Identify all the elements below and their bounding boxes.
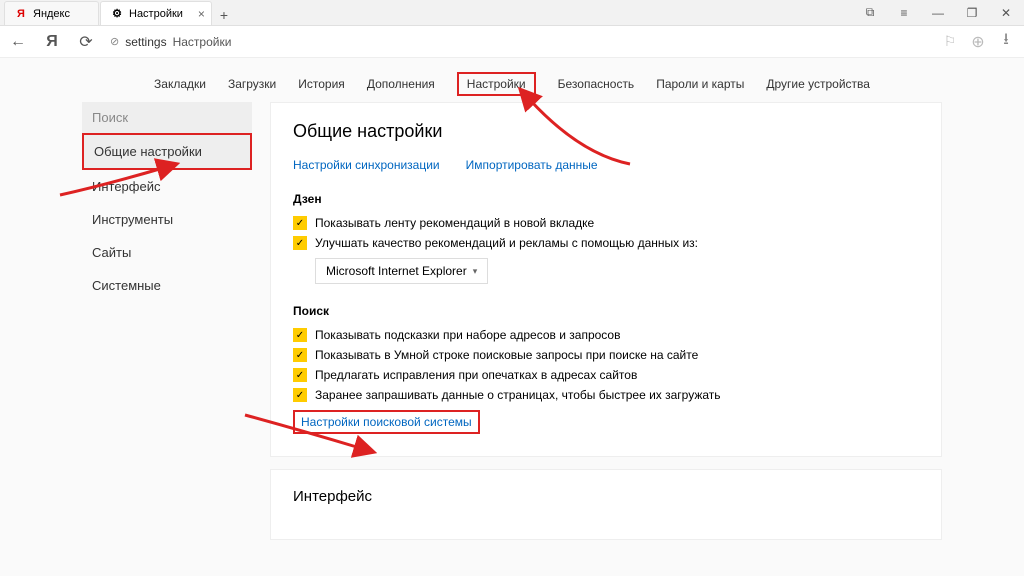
tab-yandex[interactable]: Я Яндекс	[4, 1, 99, 25]
checkbox-label: Заранее запрашивать данные о страницах, …	[315, 388, 721, 402]
minimize-icon[interactable]: —	[926, 1, 950, 25]
new-tab-button[interactable]: +	[213, 5, 235, 25]
check-icon: ✓	[293, 328, 307, 342]
link-search-engine-settings[interactable]: Настройки поисковой системы	[293, 410, 480, 434]
tab-settings[interactable]: ⚙ Настройки ×	[100, 1, 212, 25]
checkbox-label: Улучшать качество рекомендаций и рекламы…	[315, 236, 698, 250]
sidebar-item-system[interactable]: Системные	[82, 269, 252, 302]
collapse-icon[interactable]: ⧉	[858, 1, 882, 25]
toolbar: ← Я ⟳ ⊘ settings Настройки ⚐ ⊕ ⭳	[0, 26, 1024, 58]
section-search-title: Поиск	[293, 304, 919, 318]
address-bar[interactable]: ⊘ settings Настройки	[110, 35, 926, 49]
checkbox-typo-correction[interactable]: ✓ Предлагать исправления при опечатках в…	[293, 368, 919, 382]
nav-devices[interactable]: Другие устройства	[766, 77, 870, 91]
yandex-favicon: Я	[15, 8, 27, 20]
panel-title: Общие настройки	[293, 121, 919, 142]
nav-security[interactable]: Безопасность	[558, 77, 635, 91]
settings-topnav: Закладки Загрузки История Дополнения Нас…	[0, 66, 1024, 102]
close-window-icon[interactable]: ✕	[994, 1, 1018, 25]
sidebar-search[interactable]: Поиск	[82, 102, 252, 133]
check-icon: ✓	[293, 216, 307, 230]
checkbox-label: Предлагать исправления при опечатках в а…	[315, 368, 637, 382]
nav-downloads[interactable]: Загрузки	[228, 77, 276, 91]
nav-addons[interactable]: Дополнения	[367, 77, 435, 91]
checkbox-zen-feed[interactable]: ✓ Показывать ленту рекомендаций в новой …	[293, 216, 919, 230]
back-button[interactable]: ←	[8, 32, 28, 52]
window-controls: ⧉ ≡ — ❐ ✕	[858, 1, 1024, 25]
reload-button[interactable]: ⟳	[76, 32, 96, 52]
close-icon[interactable]: ×	[198, 7, 205, 21]
download-icon[interactable]: ⭳	[996, 32, 1016, 52]
select-value: Microsoft Internet Explorer	[326, 264, 467, 278]
panel-title: Интерфейс	[293, 488, 919, 505]
check-icon: ✓	[293, 368, 307, 382]
tab-label: Настройки	[129, 8, 183, 20]
address-path: Настройки	[173, 35, 232, 49]
sidebar-item-general[interactable]: Общие настройки	[82, 133, 252, 170]
panel-interface: Интерфейс	[270, 469, 942, 540]
sidebar-item-tools[interactable]: Инструменты	[82, 203, 252, 236]
chevron-down-icon: ▾	[473, 266, 478, 277]
check-icon: ✓	[293, 388, 307, 402]
checkbox-label: Показывать в Умной строке поисковые запр…	[315, 348, 698, 362]
maximize-icon[interactable]: ❐	[960, 1, 984, 25]
section-zen-title: Дзен	[293, 192, 919, 206]
menu-icon[interactable]: ≡	[892, 1, 916, 25]
nav-settings[interactable]: Настройки	[457, 72, 536, 96]
checkbox-label: Показывать ленту рекомендаций в новой вк…	[315, 216, 594, 230]
link-sync-settings[interactable]: Настройки синхронизации	[293, 158, 440, 172]
check-icon: ✓	[293, 236, 307, 250]
check-icon: ✓	[293, 348, 307, 362]
site-info-icon: ⊘	[110, 35, 119, 48]
tab-label: Яндекс	[33, 8, 70, 20]
yandex-home-icon[interactable]: Я	[42, 32, 62, 52]
nav-bookmarks[interactable]: Закладки	[154, 77, 206, 91]
sidebar-item-sites[interactable]: Сайты	[82, 236, 252, 269]
nav-passwords[interactable]: Пароли и карты	[656, 77, 744, 91]
bookmark-icon[interactable]: ⚐	[940, 32, 960, 52]
checkbox-zen-quality[interactable]: ✓ Улучшать качество рекомендаций и рекла…	[293, 236, 919, 250]
panel-general: Общие настройки Настройки синхронизации …	[270, 102, 942, 457]
nav-history[interactable]: История	[298, 77, 345, 91]
gear-icon: ⚙	[111, 8, 123, 20]
sidebar-item-interface[interactable]: Интерфейс	[82, 170, 252, 203]
tab-strip: Я Яндекс ⚙ Настройки × +	[0, 0, 235, 25]
address-host: settings	[125, 35, 166, 49]
checkbox-prefetch[interactable]: ✓ Заранее запрашивать данные о страницах…	[293, 388, 919, 402]
checkbox-label: Показывать подсказки при наборе адресов …	[315, 328, 620, 342]
sidebar: Поиск Общие настройки Интерфейс Инструме…	[82, 102, 252, 552]
globe-icon[interactable]: ⊕	[968, 32, 988, 52]
checkbox-smartbar-queries[interactable]: ✓ Показывать в Умной строке поисковые за…	[293, 348, 919, 362]
checkbox-search-suggest[interactable]: ✓ Показывать подсказки при наборе адресо…	[293, 328, 919, 342]
link-import-data[interactable]: Импортировать данные	[466, 158, 598, 172]
select-browser-source[interactable]: Microsoft Internet Explorer ▾	[315, 258, 488, 284]
